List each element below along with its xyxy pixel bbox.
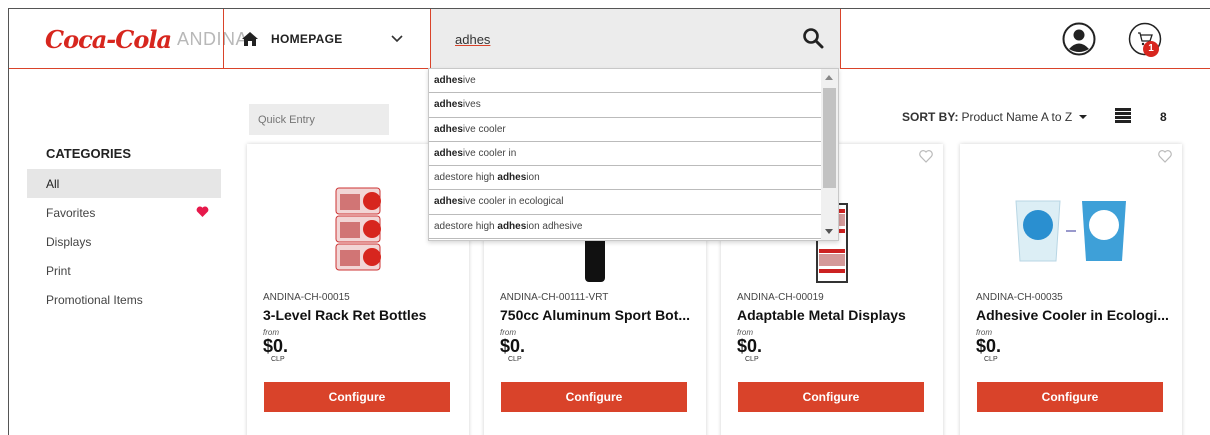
- sort-value: Product Name A to Z: [961, 110, 1073, 124]
- suggestion-rest: ive cooler: [462, 123, 506, 135]
- product-price: $0.: [500, 336, 526, 356]
- product-name[interactable]: 3-Level Rack Ret Bottles: [263, 307, 463, 323]
- scroll-down-arrow[interactable]: [825, 229, 833, 234]
- suggestion-item[interactable]: adhesive cooler in ecological: [429, 190, 821, 215]
- suggestion-rest: ive cooler in: [462, 147, 517, 159]
- suggestion-match: adhes: [497, 220, 527, 232]
- product-name[interactable]: 750cc Aluminum Sport Bot...: [500, 307, 700, 323]
- suggestion-rest: ive: [462, 75, 476, 86]
- app-frame: Coca-Cola ANDINA HOMEPAGE adhes 1 CATEGO…: [8, 8, 1210, 435]
- sort-dropdown[interactable]: SORT BY: Product Name A to Z: [902, 110, 1088, 124]
- suggestion-item[interactable]: adestore high adhesion: [429, 166, 821, 191]
- quick-entry-input[interactable]: [249, 104, 389, 135]
- suggestions-scrollbar[interactable]: [821, 69, 838, 240]
- suggestion-item[interactable]: adhesive cooler: [429, 118, 821, 142]
- price-currency: CLP: [508, 356, 522, 363]
- product-count: 8: [1160, 110, 1167, 124]
- suggestion-rest: ion: [526, 172, 540, 184]
- search-bar: [430, 9, 841, 69]
- sort-label: SORT BY:: [902, 110, 959, 124]
- search-icon: [803, 28, 824, 49]
- product-image[interactable]: [960, 174, 1182, 284]
- brand-logo[interactable]: Coca-Cola ANDINA: [45, 23, 248, 55]
- user-icon: [1062, 22, 1096, 56]
- category-label: Promotional Items: [46, 292, 143, 307]
- product-price: $0.: [263, 336, 289, 356]
- category-promotional-items[interactable]: Promotional Items: [27, 285, 221, 314]
- category-label: All: [46, 176, 60, 191]
- product-card[interactable]: ANDINA-CH-00035 Adhesive Cooler in Ecolo…: [960, 144, 1182, 435]
- product-price: $0.: [976, 336, 1002, 356]
- product-sku: ANDINA-CH-00111-VRT: [500, 292, 609, 303]
- user-account-button[interactable]: [1062, 22, 1096, 56]
- suggestion-item[interactable]: adestore high adhesion adhesive: [429, 215, 821, 240]
- suggestion-rest: ive cooler in ecological: [462, 196, 564, 208]
- logo-brand: Coca-Cola: [45, 24, 172, 54]
- configure-button[interactable]: Configure: [264, 382, 450, 412]
- suggestion-match: adhes: [434, 123, 463, 135]
- configure-button[interactable]: Configure: [738, 382, 924, 412]
- product-sku: ANDINA-CH-00035: [976, 292, 1063, 303]
- suggestion-item[interactable]: adhesives: [429, 93, 821, 118]
- homepage-nav-dropdown[interactable]: HOMEPAGE: [223, 9, 430, 69]
- homepage-nav-label: HOMEPAGE: [271, 32, 343, 46]
- category-list: All Favorites Displays Print Promotional…: [27, 169, 221, 314]
- suggestion-match: adhes: [497, 172, 527, 184]
- suggestion-rest: ion adhesive: [526, 220, 583, 232]
- price-currency: CLP: [745, 356, 759, 363]
- price-currency: CLP: [984, 356, 998, 363]
- configure-button[interactable]: Configure: [977, 382, 1163, 412]
- category-label: Displays: [46, 234, 92, 249]
- list-view-icon[interactable]: [1115, 108, 1131, 123]
- category-favorites[interactable]: Favorites: [27, 198, 221, 227]
- suggestion-list: adhesive adhesives adhesive cooler adhes…: [429, 69, 821, 240]
- category-displays[interactable]: Displays: [27, 227, 221, 256]
- suggestion-prefix: adestore high: [434, 172, 498, 184]
- cart-count-badge: 1: [1143, 41, 1159, 57]
- product-name[interactable]: Adhesive Cooler in Ecologi...: [976, 307, 1176, 323]
- suggestion-prefix: adestore high: [434, 220, 498, 232]
- caret-down-icon: [1079, 115, 1088, 119]
- search-input[interactable]: [455, 27, 775, 51]
- suggestion-match: adhes: [434, 99, 463, 111]
- heart-outline-icon[interactable]: [1158, 150, 1172, 163]
- rack-bottles-image: [335, 187, 381, 271]
- suggestion-rest: ives: [462, 99, 481, 111]
- product-name[interactable]: Adaptable Metal Displays: [737, 307, 937, 323]
- category-label: Favorites: [46, 205, 96, 220]
- product-sku: ANDINA-CH-00015: [263, 292, 350, 303]
- heart-outline-icon[interactable]: [919, 150, 933, 163]
- suggestion-item[interactable]: adhesive: [429, 69, 821, 94]
- scroll-thumb[interactable]: [823, 88, 836, 188]
- product-sku: ANDINA-CH-00019: [737, 292, 824, 303]
- heart-icon: [196, 206, 209, 217]
- categories-title: CATEGORIES: [46, 146, 131, 161]
- suggestion-item[interactable]: adhesive cooler in: [429, 142, 821, 167]
- category-all[interactable]: All: [27, 169, 221, 198]
- chevron-down-icon: [391, 35, 403, 43]
- configure-button[interactable]: Configure: [501, 382, 687, 412]
- site-header: Coca-Cola ANDINA HOMEPAGE adhes 1: [9, 9, 1210, 69]
- category-print[interactable]: Print: [27, 256, 221, 285]
- scroll-up-arrow[interactable]: [825, 75, 833, 80]
- price-currency: CLP: [271, 356, 285, 363]
- suggestion-match: adhes: [434, 147, 463, 159]
- category-label: Print: [46, 263, 71, 278]
- suggestion-match: adhes: [434, 75, 463, 86]
- adhesive-cooler-image: [1015, 200, 1126, 262]
- home-icon: [242, 32, 258, 46]
- search-suggestions-dropdown: adhesive adhesives adhesive cooler adhes…: [428, 68, 839, 241]
- product-price: $0.: [737, 336, 763, 356]
- search-button[interactable]: [800, 25, 826, 51]
- suggestion-match: adhes: [434, 196, 463, 208]
